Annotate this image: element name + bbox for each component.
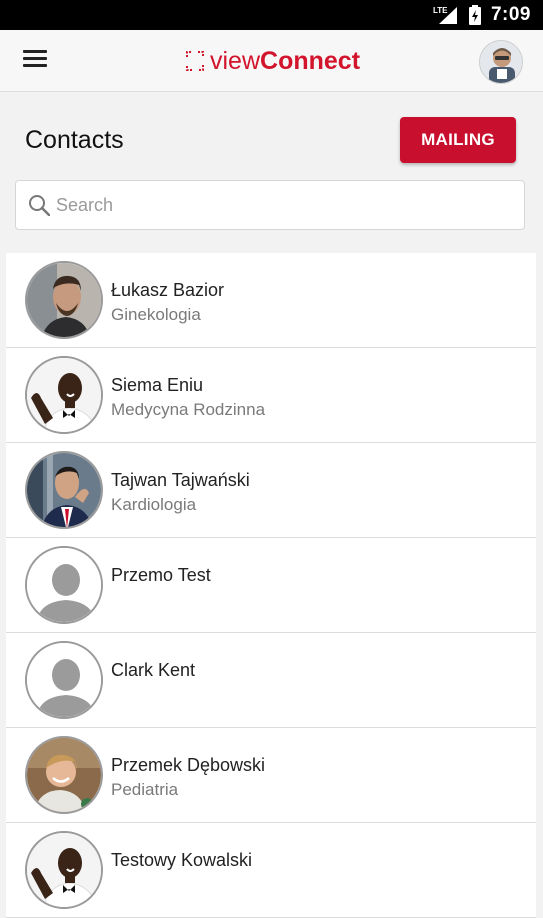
contact-item[interactable]: Tajwan Tajwański Kardiologia: [6, 443, 536, 538]
menu-icon-line: [23, 64, 47, 67]
contact-specialty: Pediatria: [111, 780, 179, 799]
contact-name: Przemek Dębowski: [111, 755, 266, 775]
contact-name: Tajwan Tajwański: [111, 470, 250, 490]
battery-icon: [468, 5, 481, 25]
contact-item[interactable]: Łukasz Bazior Ginekologia: [6, 253, 536, 348]
logo-text-connect: Connect: [260, 46, 361, 75]
mailing-button[interactable]: MAILING: [400, 117, 516, 163]
menu-icon-line: [23, 50, 47, 53]
contact-specialty: Medycyna Rodzinna: [111, 400, 266, 419]
search-input[interactable]: [56, 194, 496, 216]
contact-specialty: Kardiologia: [111, 495, 197, 514]
default-user-icon: [27, 548, 101, 622]
status-bar: LTE 7:09: [0, 0, 543, 30]
contact-name: Przemo Test: [111, 565, 211, 585]
contact-name: Testowy Kowalski: [111, 850, 253, 870]
app-logo: view Connect: [186, 46, 360, 76]
contact-specialty: Ginekologia: [111, 305, 201, 324]
contact-photo: [27, 358, 101, 432]
contact-item[interactable]: Przemek Dębowski Pediatria: [6, 728, 536, 823]
contact-avatar: [25, 546, 103, 624]
contact-name: Siema Eniu: [111, 375, 204, 395]
lte-signal-icon: LTE: [433, 6, 457, 24]
hamburger-menu-button[interactable]: [20, 47, 50, 75]
menu-icon-line: [23, 57, 47, 60]
search-icon: [29, 195, 50, 216]
contact-name: Łukasz Bazior: [111, 280, 225, 300]
default-user-icon: [27, 643, 101, 717]
user-avatar-icon: [480, 41, 522, 83]
logo-frame-icon: [186, 51, 204, 71]
contact-item[interactable]: Siema Eniu Medycyna Rodzinna: [6, 348, 536, 443]
profile-avatar-button[interactable]: [479, 40, 523, 84]
contact-photo: [27, 453, 101, 527]
contact-item[interactable]: Przemo Test: [6, 538, 536, 633]
contacts-page: Contacts MAILING Łukasz Bazior Ginekolog…: [0, 92, 543, 918]
contact-photo: [27, 833, 101, 907]
app-bar: view Connect: [0, 30, 543, 92]
contact-item[interactable]: Clark Kent: [6, 633, 536, 728]
contact-avatar: [25, 831, 103, 909]
contact-avatar: [25, 451, 103, 529]
contact-avatar: [25, 736, 103, 814]
contact-name: Clark Kent: [111, 660, 196, 680]
contact-avatar: [25, 356, 103, 434]
contact-avatar: [25, 641, 103, 719]
contact-list: Łukasz Bazior Ginekologia Siema Eniu Med…: [6, 253, 536, 918]
contact-item[interactable]: Testowy Kowalski: [6, 823, 536, 918]
page-title: Contacts: [25, 126, 124, 154]
status-time: 7:09: [490, 4, 531, 25]
logo-text-view: view: [210, 46, 261, 75]
svg-text:LTE: LTE: [433, 6, 448, 15]
contact-photo: [27, 738, 101, 812]
contact-avatar: [25, 261, 103, 339]
search-box[interactable]: [15, 180, 525, 230]
contact-photo: [27, 263, 101, 337]
